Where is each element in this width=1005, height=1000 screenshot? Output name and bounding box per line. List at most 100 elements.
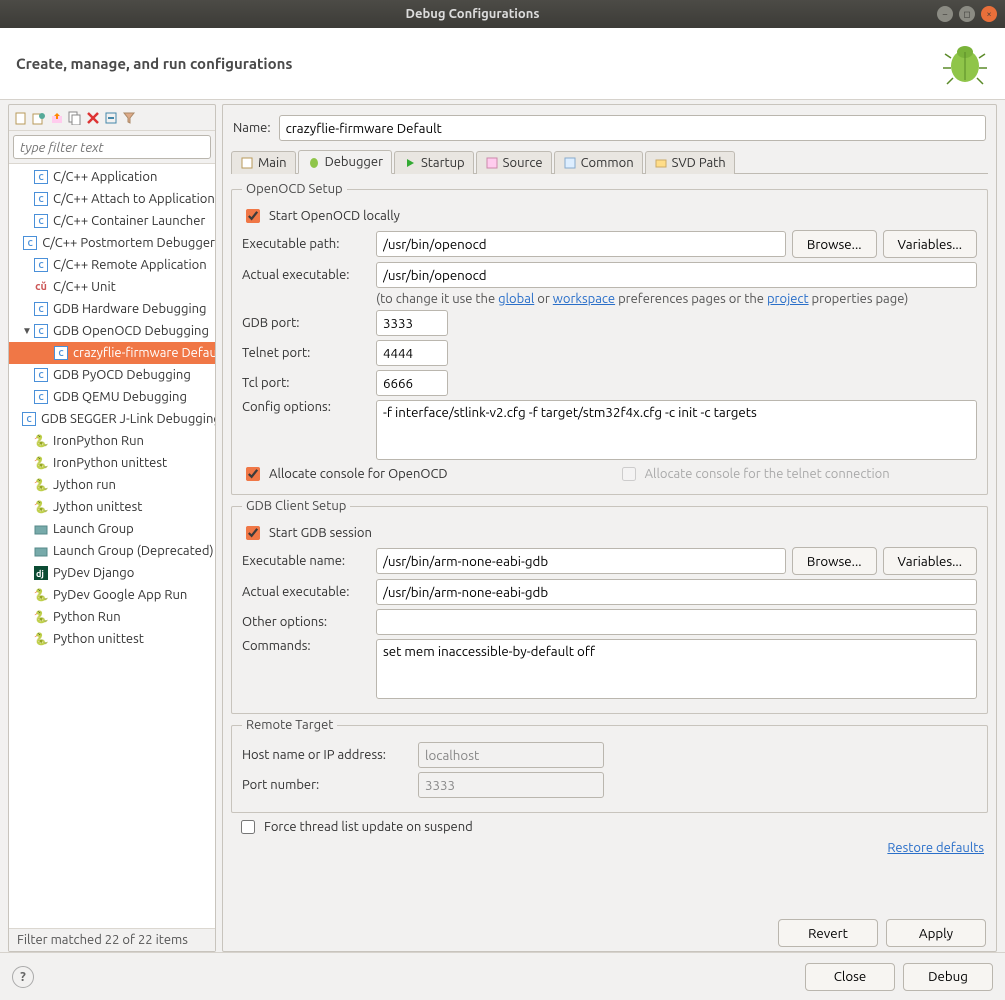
tree-item[interactable]: CGDB Hardware Debugging bbox=[9, 298, 215, 320]
new-prototype-icon[interactable] bbox=[31, 110, 47, 126]
minimize-icon[interactable]: – bbox=[937, 6, 953, 22]
tree-item[interactable]: Launch Group bbox=[9, 518, 215, 540]
tab-svd-path[interactable]: SVD Path bbox=[645, 151, 735, 174]
allocate-telnet-console-checkbox bbox=[622, 467, 636, 481]
tab-icon bbox=[403, 156, 417, 170]
tcl-port-input[interactable] bbox=[376, 370, 448, 396]
tree-item[interactable]: 🐍PyDev Google App Run bbox=[9, 584, 215, 606]
tree-item-label: C/C++ Postmortem Debugger bbox=[42, 236, 215, 250]
tree-item[interactable]: 🐍Jython run bbox=[9, 474, 215, 496]
tree-item-label: GDB QEMU Debugging bbox=[53, 390, 187, 404]
tree-item-label: C/C++ Remote Application bbox=[53, 258, 207, 272]
duplicate-icon[interactable] bbox=[67, 110, 83, 126]
global-link[interactable]: global bbox=[498, 292, 534, 306]
tree-item[interactable]: CC/C++ Postmortem Debugger bbox=[9, 232, 215, 254]
tree-item-label: GDB PyOCD Debugging bbox=[53, 368, 191, 382]
tree-item[interactable]: Launch Group (Deprecated) bbox=[9, 540, 215, 562]
config-options-input[interactable] bbox=[376, 400, 977, 460]
tree-item[interactable]: CGDB SEGGER J-Link Debugging bbox=[9, 408, 215, 430]
gdb-legend: GDB Client Setup bbox=[242, 499, 350, 513]
other-options-input[interactable] bbox=[376, 609, 977, 635]
gdb-port-label: GDB port: bbox=[242, 316, 370, 330]
new-config-icon[interactable] bbox=[13, 110, 29, 126]
tree-item[interactable]: CC/C++ Remote Application bbox=[9, 254, 215, 276]
tab-debugger[interactable]: Debugger bbox=[298, 150, 392, 174]
tcl-port-label: Tcl port: bbox=[242, 376, 370, 390]
tree-item[interactable]: 🐍Python Run bbox=[9, 606, 215, 628]
tree-item-label: PyDev Google App Run bbox=[53, 588, 187, 602]
debug-button[interactable]: Debug bbox=[903, 963, 993, 991]
gdb-exec-name-label: Executable name: bbox=[242, 554, 370, 568]
tree-item[interactable]: CGDB PyOCD Debugging bbox=[9, 364, 215, 386]
tree-item[interactable]: CC/C++ Container Launcher bbox=[9, 210, 215, 232]
gdb-browse-button[interactable]: Browse... bbox=[792, 547, 877, 575]
force-thread-update-checkbox[interactable] bbox=[241, 820, 255, 834]
tree-item-label: IronPython Run bbox=[53, 434, 144, 448]
tree-item-label: C/C++ Unit bbox=[53, 280, 116, 294]
tree-item-label: C/C++ Attach to Application bbox=[53, 192, 215, 206]
actual-exec-label: Actual executable: bbox=[242, 268, 370, 282]
revert-button[interactable]: Revert bbox=[778, 919, 878, 947]
tree-item[interactable]: 🐍Python unittest bbox=[9, 628, 215, 650]
start-gdb-session-checkbox[interactable] bbox=[246, 526, 260, 540]
tree-item[interactable]: 🐍IronPython Run bbox=[9, 430, 215, 452]
telnet-port-input[interactable] bbox=[376, 340, 448, 366]
browse-button[interactable]: Browse... bbox=[792, 230, 877, 258]
gdb-exec-name-input[interactable] bbox=[376, 548, 786, 574]
restore-defaults-link[interactable]: Restore defaults bbox=[887, 841, 984, 855]
collapse-all-icon[interactable] bbox=[103, 110, 119, 126]
gdb-port-input[interactable] bbox=[376, 310, 448, 336]
openocd-legend: OpenOCD Setup bbox=[242, 182, 347, 196]
workspace-link[interactable]: workspace bbox=[553, 292, 615, 306]
change-hint: (to change it use the global or workspac… bbox=[376, 292, 908, 306]
tree-item[interactable]: djPyDev Django bbox=[9, 562, 215, 584]
tab-label: SVD Path bbox=[672, 156, 726, 170]
tree-arrow-icon[interactable]: ▼ bbox=[21, 325, 33, 337]
variables-button[interactable]: Variables... bbox=[883, 230, 978, 258]
tree-item[interactable]: cŭC/C++ Unit bbox=[9, 276, 215, 298]
start-openocd-locally-checkbox[interactable] bbox=[246, 209, 260, 223]
tab-label: Main bbox=[258, 156, 287, 170]
tree-item[interactable]: ▼CGDB OpenOCD Debugging bbox=[9, 320, 215, 342]
tree-item[interactable]: 🐍Jython unittest bbox=[9, 496, 215, 518]
tab-label: Common bbox=[581, 156, 634, 170]
help-icon[interactable]: ? bbox=[12, 966, 34, 988]
tree-item[interactable]: CC/C++ Attach to Application bbox=[9, 188, 215, 210]
tree-item[interactable]: CGDB QEMU Debugging bbox=[9, 386, 215, 408]
configurations-tree[interactable]: CC/C++ ApplicationCC/C++ Attach to Appli… bbox=[9, 163, 215, 928]
tree-item-label: GDB OpenOCD Debugging bbox=[53, 324, 209, 338]
allocate-openocd-console-checkbox[interactable] bbox=[246, 467, 260, 481]
close-icon[interactable]: × bbox=[981, 6, 997, 22]
tab-label: Debugger bbox=[325, 155, 383, 169]
project-link[interactable]: project bbox=[767, 292, 809, 306]
tab-main[interactable]: Main bbox=[231, 151, 296, 174]
tree-item-label: GDB Hardware Debugging bbox=[53, 302, 207, 316]
maximize-icon[interactable]: ◻ bbox=[959, 6, 975, 22]
tree-item[interactable]: Ccrazyflie-firmware Default bbox=[9, 342, 215, 364]
remote-target-group: Remote Target Host name or IP address: P… bbox=[231, 718, 988, 813]
titlebar: Debug Configurations – ◻ × bbox=[0, 0, 1005, 28]
commands-input[interactable] bbox=[376, 639, 977, 699]
tree-item[interactable]: CC/C++ Application bbox=[9, 166, 215, 188]
tab-startup[interactable]: Startup bbox=[394, 151, 474, 174]
tab-source[interactable]: Source bbox=[476, 151, 552, 174]
start-openocd-locally-label: Start OpenOCD locally bbox=[269, 209, 400, 223]
gdb-actual-exec-input[interactable] bbox=[376, 579, 977, 605]
name-input[interactable] bbox=[279, 115, 986, 141]
delete-icon[interactable] bbox=[85, 110, 101, 126]
filter-icon[interactable] bbox=[121, 110, 137, 126]
allocate-telnet-console-label: Allocate console for the telnet connecti… bbox=[645, 467, 890, 481]
window-title: Debug Configurations bbox=[8, 7, 937, 21]
export-icon[interactable] bbox=[49, 110, 65, 126]
gdb-variables-button[interactable]: Variables... bbox=[883, 547, 978, 575]
exec-path-input[interactable] bbox=[376, 231, 786, 257]
close-button[interactable]: Close bbox=[805, 963, 895, 991]
tab-icon bbox=[240, 156, 254, 170]
tab-common[interactable]: Common bbox=[554, 151, 643, 174]
apply-button[interactable]: Apply bbox=[886, 919, 986, 947]
tree-item-label: Jython run bbox=[53, 478, 116, 492]
actual-exec-input[interactable] bbox=[376, 262, 977, 288]
tree-item[interactable]: 🐍IronPython unittest bbox=[9, 452, 215, 474]
tree-item-label: crazyflie-firmware Default bbox=[73, 346, 215, 360]
filter-input[interactable] bbox=[13, 135, 211, 159]
